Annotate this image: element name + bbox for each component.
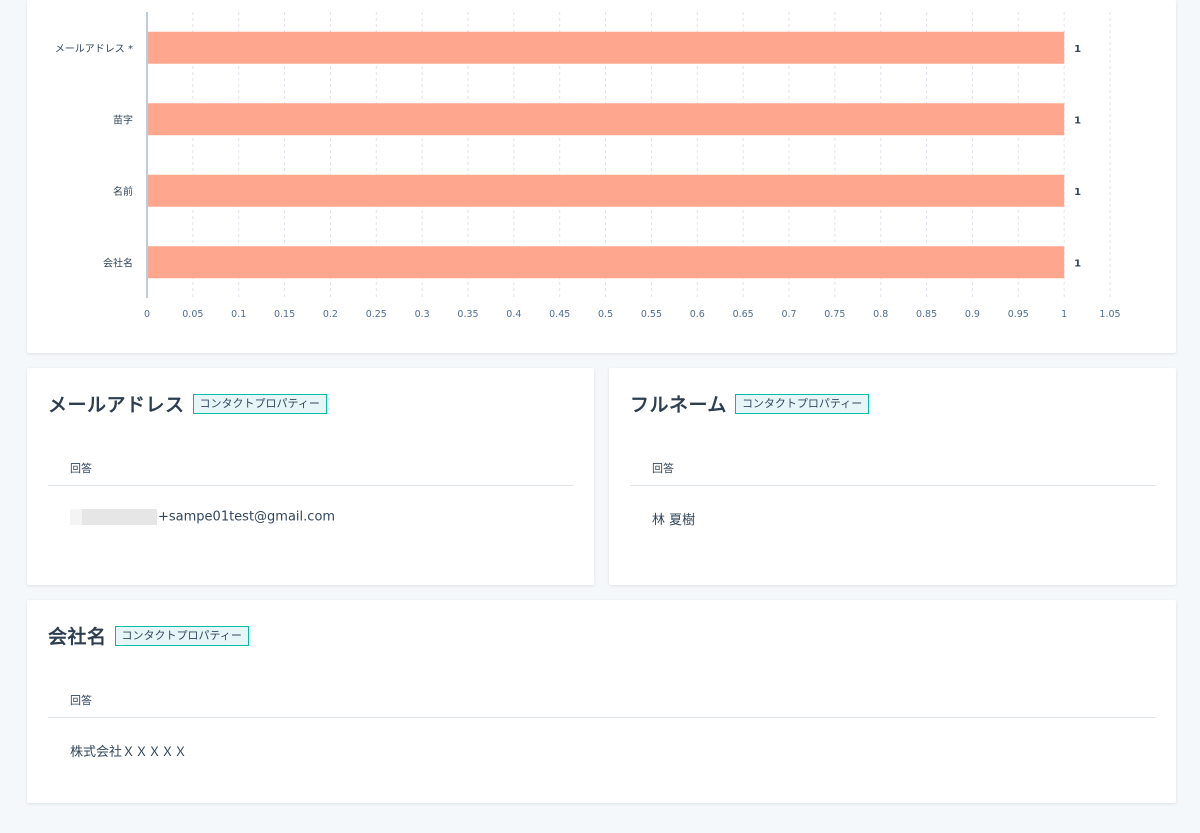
bar-chart: 0 0.05 0.1 0.15 0.2 0.25 0.3 0.35 0.4 0.45 0.5 0.55…: [55, 12, 1121, 320]
x-tick-label: 0.15: [274, 309, 295, 320]
data-label: 1: [1074, 258, 1081, 269]
bar: [148, 174, 1065, 207]
x-tick-label: 0.25: [366, 309, 387, 320]
x-tick-label: 0.2: [323, 309, 338, 320]
x-tick-label: 0.65: [733, 309, 754, 320]
x-tick-label: 0.75: [824, 309, 845, 320]
email-answer: +sampe01test@gmail.com: [70, 509, 335, 525]
contact-property-tag: コンタクトプロパティー: [192, 393, 327, 414]
x-tick-label: 0.9: [965, 309, 980, 320]
chart-card: 0 0.05 0.1 0.15 0.2 0.25 0.3 0.35 0.4 0.45 0.5 0.55…: [27, 0, 1176, 353]
answer-column-header: 回答: [70, 462, 92, 475]
fullname-answer: 林 夏樹: [652, 513, 696, 528]
category-label: 会社名: [103, 256, 133, 269]
company-property-card: 会社名 コンタクトプロパティー 回答 株式会社ＸＸＸＸＸ: [27, 600, 1176, 803]
bar: [148, 31, 1065, 64]
fullname-card-header: フルネーム コンタクトプロパティー: [630, 390, 870, 417]
redacted-block: [70, 509, 157, 525]
x-tick-label: 0.1: [231, 309, 246, 320]
data-label: 1: [1074, 115, 1081, 126]
company-card-title: 会社名: [48, 626, 107, 648]
x-tick-label: 0.7: [781, 309, 796, 320]
x-tick-label: 0.95: [1008, 309, 1029, 320]
fullname-card-title: フルネーム: [630, 394, 727, 416]
bar: [148, 246, 1065, 279]
x-tick-label: 0.8: [873, 309, 888, 320]
x-tick-label: 0.4: [506, 309, 521, 320]
x-tick-label: 0.6: [690, 309, 705, 320]
category-label: 名前: [113, 185, 133, 198]
email-property-card: メールアドレス コンタクトプロパティー 回答 +sampe01test@gmai…: [27, 368, 594, 585]
x-tick-label: 0.55: [641, 309, 662, 320]
x-tick-label: 1.05: [1099, 309, 1120, 320]
email-answer-text: +sampe01test@gmail.com: [158, 509, 336, 525]
data-label: 1: [1074, 44, 1081, 55]
contact-property-tag: コンタクトプロパティー: [734, 393, 870, 414]
data-label: 1: [1074, 187, 1081, 198]
category-label: メールアドレス *: [55, 44, 133, 55]
company-answer: 株式会社ＸＸＸＸＸ: [70, 745, 188, 760]
x-tick-label: 0.3: [415, 309, 430, 320]
email-card-title: メールアドレス: [48, 394, 185, 416]
answer-column-header: 回答: [70, 694, 92, 707]
x-tick-label: 1: [1061, 309, 1067, 320]
x-tick-label: 0: [144, 309, 150, 320]
contact-property-tag: コンタクトプロパティー: [114, 625, 249, 646]
x-tick-label: 0.35: [457, 309, 478, 320]
divider: [48, 717, 1155, 718]
divider: [48, 485, 573, 486]
category-label: 苗字: [113, 113, 133, 126]
x-tick-label: 0.45: [549, 309, 570, 320]
answer-column-header: 回答: [652, 462, 674, 475]
bar: [148, 103, 1065, 136]
divider: [630, 485, 1155, 486]
x-tick-label: 0.5: [598, 309, 613, 320]
x-tick-label: 0.05: [182, 309, 203, 320]
email-card-header: メールアドレス コンタクトプロパティー: [48, 390, 327, 417]
x-tick-label: 0.85: [916, 309, 937, 320]
fullname-property-card: フルネーム コンタクトプロパティー 回答 林 夏樹: [609, 368, 1176, 585]
company-card-header: 会社名 コンタクトプロパティー: [48, 622, 249, 649]
